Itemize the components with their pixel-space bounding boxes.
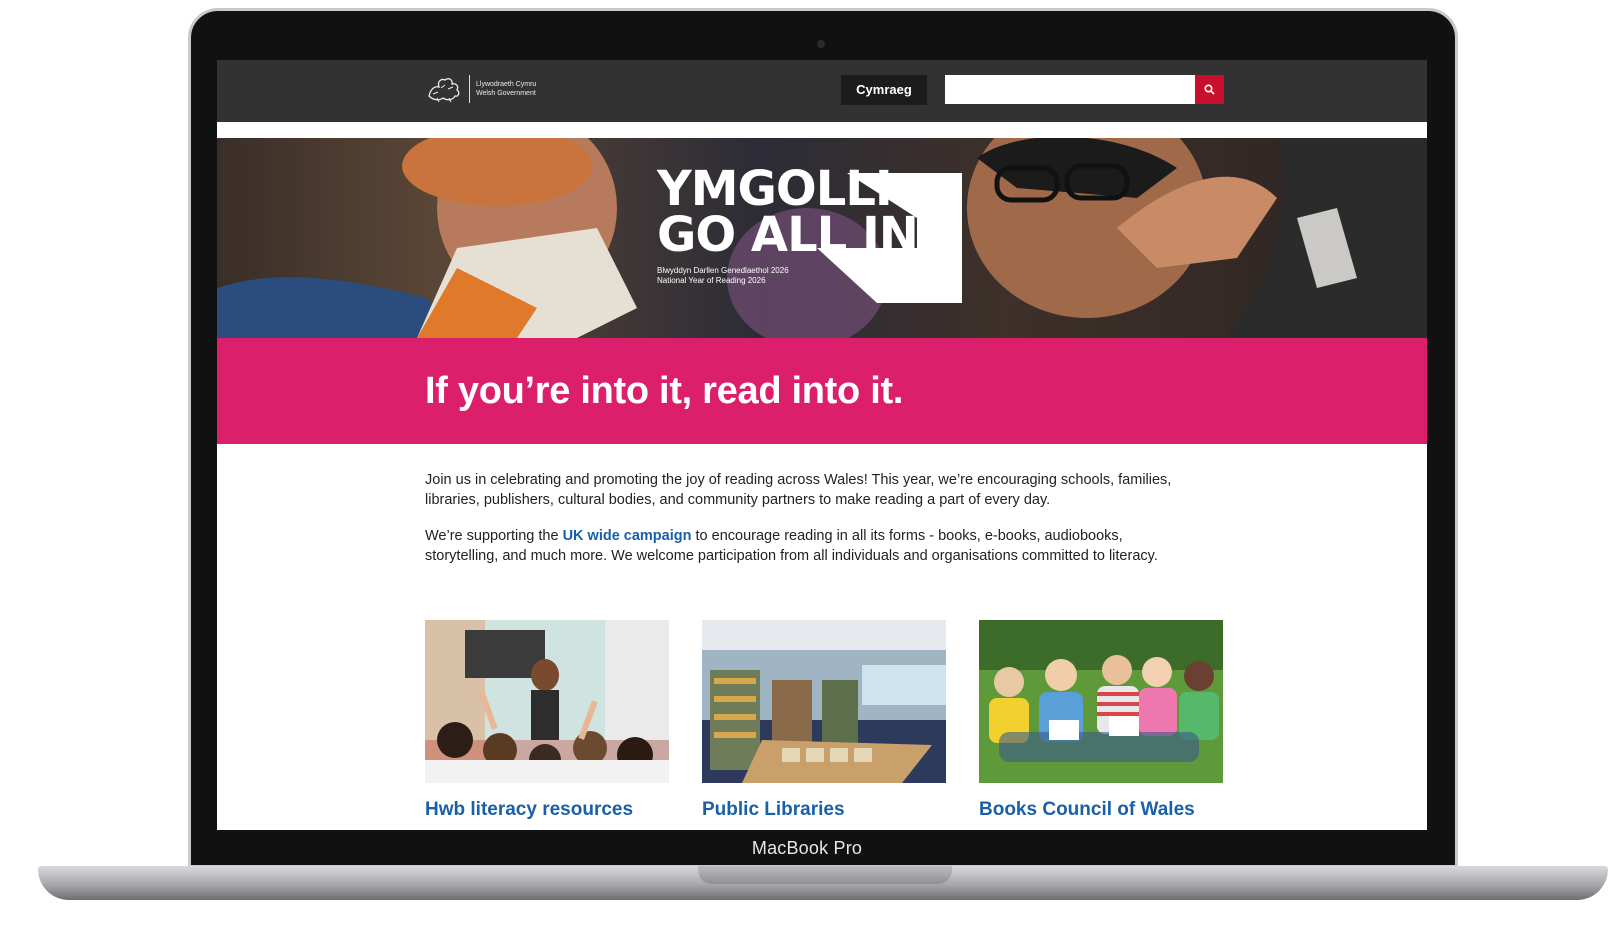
intro-p2-before: We’re supporting the (425, 528, 563, 544)
books-council-link[interactable]: Books Council of Wales (979, 799, 1223, 821)
hero-subtitle-english: National Year of Reading 2026 (657, 276, 766, 285)
device-label: MacBook Pro (751, 838, 863, 858)
hero-title-english: GO ALL IN. (657, 207, 936, 263)
uk-campaign-link[interactable]: UK wide campaign (563, 528, 692, 544)
logo-welsh-name: Llywodraeth Cymru (476, 81, 537, 88)
classroom-image[interactable] (425, 620, 669, 783)
logo-text: Llywodraeth Cymru Welsh Government (476, 80, 536, 98)
hero-title: YMGOLLI. GO ALL IN. (657, 161, 936, 263)
hwb-literacy-link[interactable]: Hwb literacy resources (425, 799, 669, 821)
header-divider (217, 122, 1427, 139)
card-books-council[interactable]: Books Council of Wales (979, 620, 1223, 821)
search-button[interactable] (1195, 75, 1224, 104)
children-reading-image[interactable] (979, 620, 1223, 783)
search-input[interactable] (945, 75, 1195, 104)
page-heading: If you’re into it, read into it. (425, 370, 904, 412)
hero-banner: YMGOLLI. GO ALL IN. Blwyddyn Darllen Gen… (217, 138, 1427, 338)
intro-text: Join us in celebrating and promoting the… (425, 470, 1185, 582)
logo-english-name: Welsh Government (476, 90, 536, 97)
search-icon (1204, 84, 1215, 95)
welsh-government-logo[interactable]: Llywodraeth Cymru Welsh Government (425, 74, 536, 104)
laptop-notch (698, 866, 952, 884)
hero-subtitle: Blwyddyn Darllen Genedlaethol 2026 Natio… (657, 266, 789, 286)
intro-paragraph-1: Join us in celebrating and promoting the… (425, 472, 1172, 508)
public-libraries-link[interactable]: Public Libraries (702, 799, 946, 821)
tagline-band: If you’re into it, read into it. (217, 338, 1427, 444)
language-toggle-button[interactable]: Cymraeg (841, 75, 927, 105)
camera (817, 40, 825, 48)
intro-paragraph-2: We’re supporting the UK wide campaign to… (425, 526, 1185, 566)
library-image[interactable] (702, 620, 946, 783)
hero-title-welsh: YMGOLLI. (657, 161, 910, 217)
hero-subtitle-welsh: Blwyddyn Darllen Genedlaethol 2026 (657, 266, 789, 275)
browser-viewport: Llywodraeth Cymru Welsh Government Cymra… (217, 60, 1427, 830)
site-header: Llywodraeth Cymru Welsh Government Cymra… (217, 60, 1427, 122)
dragon-icon (428, 78, 460, 103)
logo-divider (469, 75, 470, 103)
card-libraries[interactable]: Public Libraries (702, 620, 946, 821)
card-hwb[interactable]: Hwb literacy resources (425, 620, 669, 821)
